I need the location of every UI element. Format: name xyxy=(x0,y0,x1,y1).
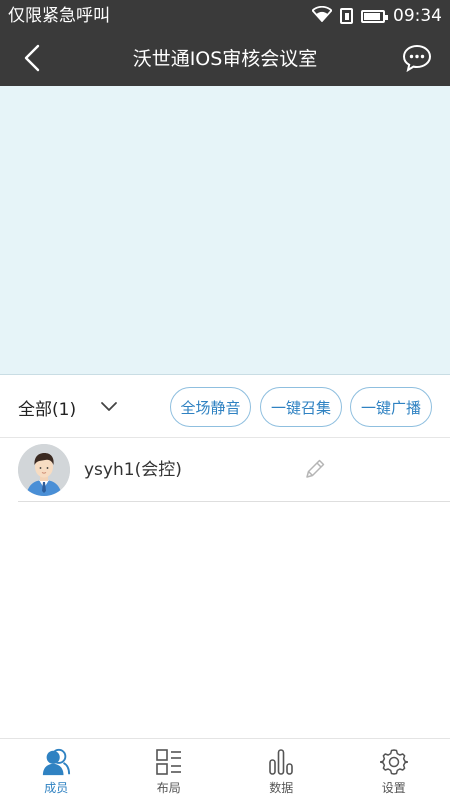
tab-members[interactable]: 成员 xyxy=(0,739,113,800)
member-name: ysyh1(会控) xyxy=(84,460,182,480)
title-bar: 沃世通IOS审核会议室 xyxy=(0,32,450,86)
tab-settings[interactable]: 设置 xyxy=(338,739,450,800)
chevron-down-icon xyxy=(100,398,118,417)
page-title: 沃世通IOS审核会议室 xyxy=(132,48,318,70)
sim-card-icon xyxy=(340,8,353,24)
tab-label: 布局 xyxy=(156,781,181,795)
broadcast-button[interactable]: 一键广播 xyxy=(350,387,432,427)
tab-label: 数据 xyxy=(269,781,294,795)
carrier-status: 仅限紧急呼叫 xyxy=(8,6,110,26)
mute-all-button[interactable]: 全场静音 xyxy=(170,387,251,427)
back-button[interactable] xyxy=(14,42,50,78)
tab-data[interactable]: 数据 xyxy=(225,739,338,800)
layout-icon xyxy=(154,747,184,777)
status-icons: 09:34 xyxy=(311,4,442,28)
chat-bubble-icon xyxy=(402,44,432,76)
edit-member-button[interactable] xyxy=(300,456,330,486)
call-all-button[interactable]: 一键召集 xyxy=(260,387,342,427)
data-chart-icon xyxy=(266,747,296,777)
member-controls: 全部(1) 全场静音 一键召集 一键广播 xyxy=(0,376,450,438)
tab-label: 成员 xyxy=(44,781,69,795)
status-time: 09:34 xyxy=(393,6,442,26)
tab-label: 设置 xyxy=(381,781,406,795)
status-bar: 仅限紧急呼叫 09:34 xyxy=(0,0,450,32)
tab-layout[interactable]: 布局 xyxy=(113,739,226,800)
chat-button[interactable] xyxy=(400,43,434,77)
avatar xyxy=(18,444,70,496)
video-area[interactable] xyxy=(0,86,450,375)
pencil-icon xyxy=(303,457,327,485)
gear-icon xyxy=(379,747,409,777)
member-filter-dropdown[interactable]: 全部(1) xyxy=(18,376,118,438)
meeting-room-screen: 仅限紧急呼叫 09:34 沃世通IOS审核会议室 全部(1) 全场静音 一键召集… xyxy=(0,0,450,800)
bottom-tab-bar: 成员 布局 数据 设置 xyxy=(0,738,450,800)
chevron-left-icon xyxy=(22,43,42,77)
list-item[interactable]: ysyh1(会控) xyxy=(18,438,450,502)
filter-label: 全部(1) xyxy=(18,399,77,420)
members-icon xyxy=(41,747,71,777)
member-list: ysyh1(会控) xyxy=(0,438,450,502)
wifi-icon xyxy=(311,5,333,26)
battery-icon xyxy=(361,9,388,23)
